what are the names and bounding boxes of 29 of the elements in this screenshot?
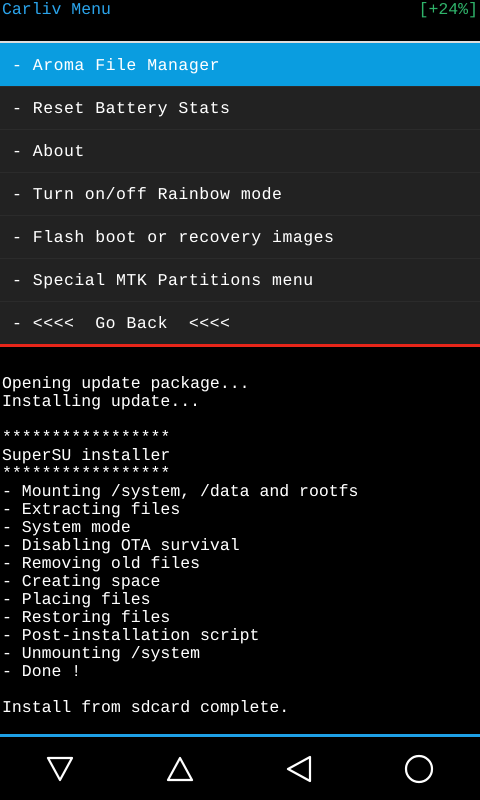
- log-line: - System mode: [2, 519, 132, 537]
- menu-item[interactable]: - Flash boot or recovery images: [0, 215, 480, 258]
- app-title: Carliv Menu: [2, 0, 111, 20]
- log-line: - Post-installation script: [2, 627, 260, 645]
- log-line: SuperSU installer: [2, 447, 172, 465]
- log-line: - Removing old files: [2, 555, 202, 573]
- log-line: *****************: [2, 465, 172, 483]
- back-icon[interactable]: [286, 754, 312, 782]
- menu-item[interactable]: - About: [0, 129, 480, 172]
- log-line: - Creating space: [2, 573, 162, 591]
- menu-item[interactable]: - <<<< Go Back <<<<: [0, 301, 480, 344]
- log-line: Install from sdcard complete.: [2, 699, 290, 717]
- log-line: - Done !: [2, 663, 82, 681]
- home-icon[interactable]: [166, 756, 194, 782]
- log-line: - Placing files: [2, 591, 152, 609]
- menu-item[interactable]: - Special MTK Partitions menu: [0, 258, 480, 301]
- log-line: Opening update package...: [2, 375, 251, 393]
- log-line: *****************: [2, 429, 172, 447]
- log-line: Installing update...: [2, 393, 202, 411]
- log-line: - Restoring files: [2, 609, 172, 627]
- log-line: - Mounting /system, /data and rootfs: [2, 483, 360, 501]
- circle-icon[interactable]: [404, 754, 434, 784]
- log-line: - Disabling OTA survival: [2, 537, 241, 555]
- log-line: - Unmounting /system: [2, 645, 202, 663]
- menu-item[interactable]: - Turn on/off Rainbow mode: [0, 172, 480, 215]
- down-triangle-icon[interactable]: [46, 756, 74, 782]
- log-line: - Extracting files: [2, 501, 182, 519]
- menu-item[interactable]: - Reset Battery Stats: [0, 86, 480, 129]
- battery-level: [+24%]: [418, 0, 478, 20]
